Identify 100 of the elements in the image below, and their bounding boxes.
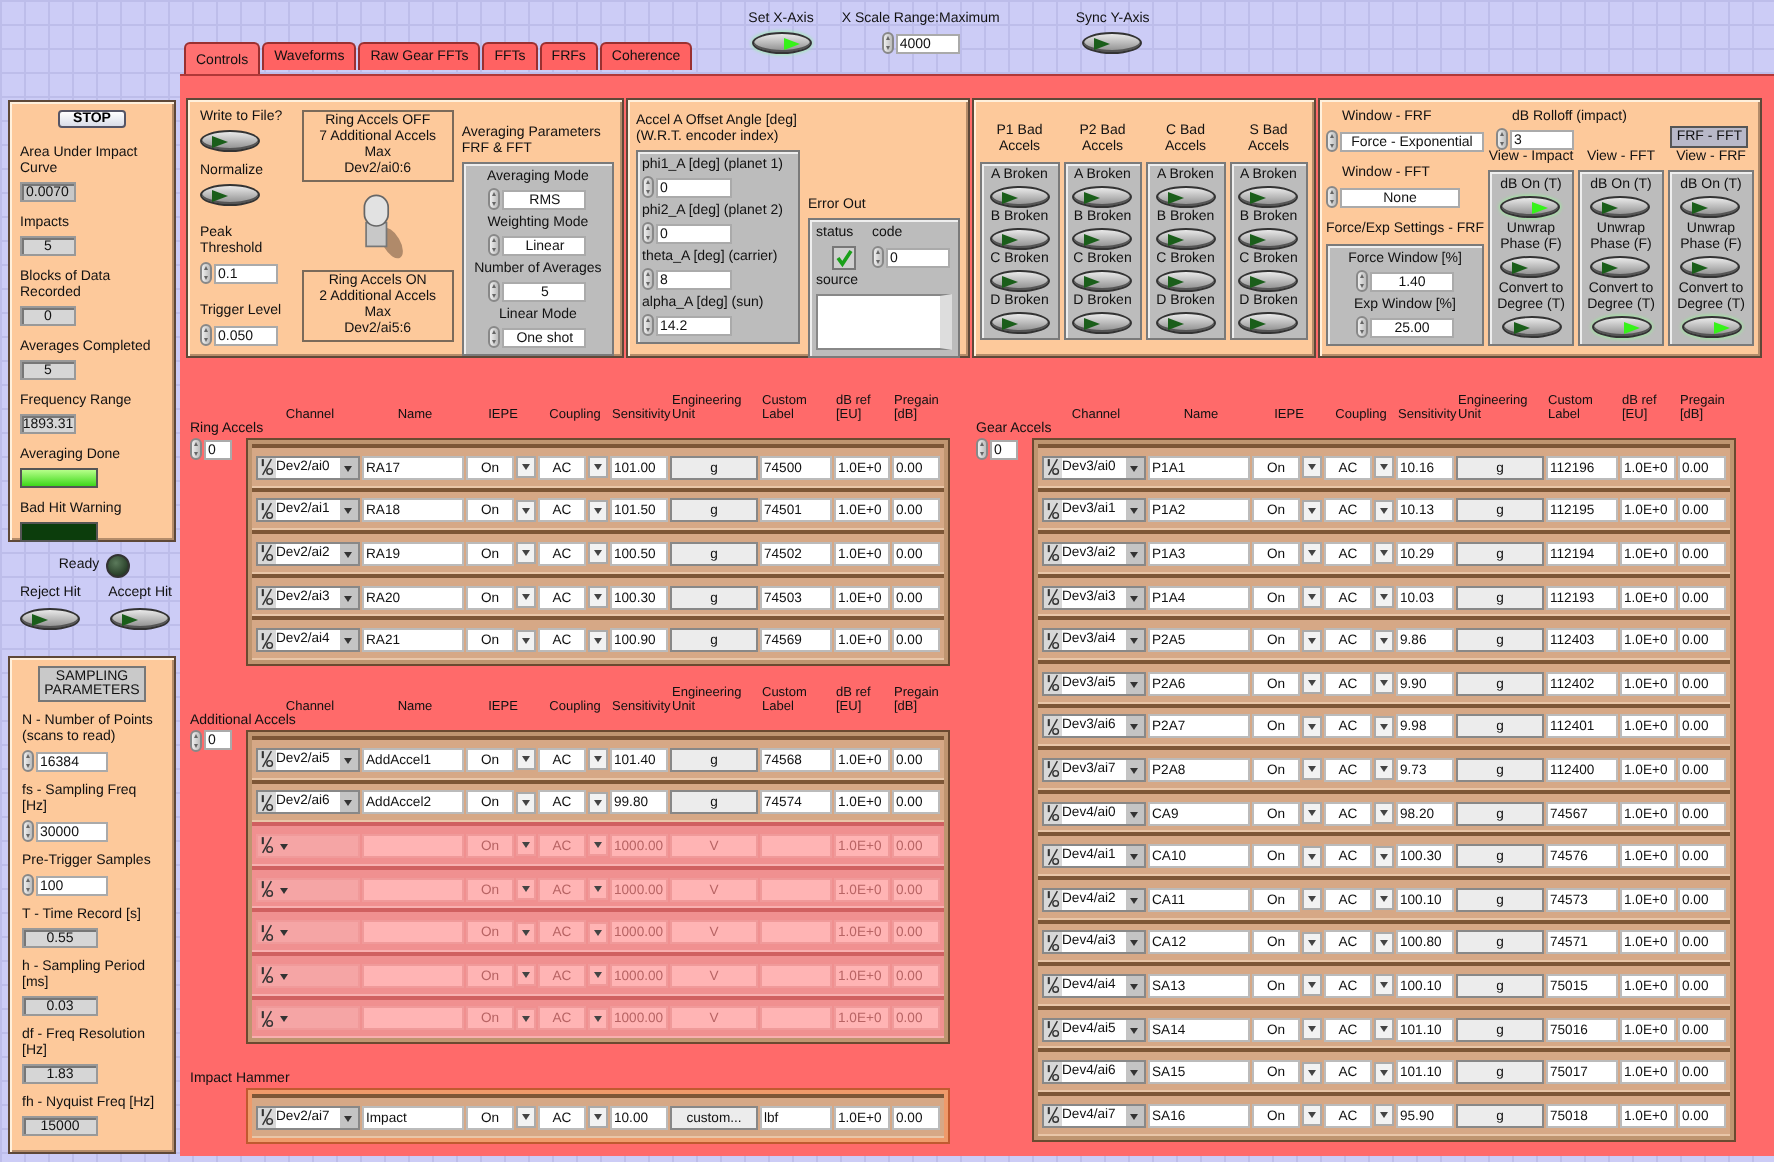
dropdown-button[interactable] <box>1374 1104 1394 1127</box>
dropdown-button[interactable] <box>1302 845 1322 868</box>
spin-buttons[interactable] <box>200 324 212 346</box>
dropdown-button[interactable] <box>1302 542 1322 565</box>
source-field[interactable] <box>816 294 952 350</box>
dropdown-button[interactable] <box>1374 672 1394 695</box>
toggle-button[interactable] <box>1501 316 1561 338</box>
dropdown-button[interactable] <box>1374 802 1394 825</box>
toggle-button[interactable] <box>1082 32 1143 54</box>
dropdown-button[interactable] <box>516 586 536 609</box>
dropdown-button[interactable] <box>1302 758 1322 781</box>
toggle-button[interactable] <box>989 186 1050 209</box>
dropdown-button[interactable] <box>1302 629 1322 652</box>
dropdown-button[interactable] <box>588 456 608 479</box>
dropdown-button[interactable] <box>1302 456 1322 479</box>
dropdown-button[interactable] <box>1302 802 1322 825</box>
spin-buttons[interactable] <box>488 280 501 302</box>
dropdown-button[interactable] <box>516 629 536 652</box>
dropdown-button[interactable] <box>588 629 608 652</box>
toggle-button[interactable] <box>1590 256 1651 278</box>
spin-buttons[interactable] <box>642 268 654 290</box>
spin-buttons[interactable] <box>976 438 988 460</box>
dropdown-button[interactable] <box>588 748 608 771</box>
toggle-button[interactable] <box>1155 186 1216 209</box>
spin-buttons[interactable] <box>642 314 654 336</box>
dropdown-button[interactable] <box>588 499 608 522</box>
dropdown-button[interactable] <box>1374 1018 1394 1041</box>
dropdown-button[interactable] <box>1302 974 1322 997</box>
dropdown-button[interactable] <box>516 542 536 565</box>
toggle-button[interactable] <box>989 269 1050 292</box>
spin-buttons[interactable] <box>200 262 212 284</box>
dropdown-button[interactable] <box>1374 931 1394 954</box>
dropdown-button[interactable] <box>588 791 608 814</box>
toggle-button[interactable] <box>1680 256 1741 278</box>
dropdown-button[interactable] <box>1302 672 1322 695</box>
toggle-button[interactable] <box>1590 196 1651 218</box>
spin-buttons[interactable] <box>881 32 894 54</box>
spin-buttons[interactable] <box>1326 130 1338 152</box>
dropdown-button[interactable] <box>1302 499 1322 522</box>
spin-buttons[interactable] <box>22 874 34 896</box>
spin-buttons[interactable] <box>190 438 202 460</box>
dropdown-button[interactable] <box>516 748 536 771</box>
dropdown-button[interactable] <box>1302 1018 1322 1041</box>
dropdown-button[interactable] <box>1374 586 1394 609</box>
spin-buttons[interactable] <box>488 188 501 210</box>
spin-buttons[interactable] <box>1356 270 1368 292</box>
toggle-button[interactable] <box>1238 228 1299 251</box>
dropdown-button[interactable] <box>516 456 536 479</box>
spin-buttons[interactable] <box>872 246 884 268</box>
spin-buttons[interactable] <box>642 222 654 244</box>
spin-buttons[interactable] <box>190 729 202 752</box>
spin-buttons[interactable] <box>22 750 34 772</box>
dropdown-button[interactable] <box>1302 1061 1322 1084</box>
dropdown-button[interactable] <box>588 542 608 565</box>
dropdown-button[interactable] <box>1374 758 1394 781</box>
toggle-button[interactable] <box>1072 269 1133 292</box>
toggle-button[interactable] <box>20 608 81 630</box>
toggle-button[interactable] <box>200 130 260 152</box>
spin-buttons[interactable] <box>1356 316 1368 338</box>
toggle-button[interactable] <box>1155 311 1216 334</box>
dropdown-button[interactable] <box>1374 974 1394 997</box>
dropdown-button[interactable] <box>1302 715 1322 738</box>
toggle-button[interactable] <box>1680 196 1741 218</box>
dropdown-button[interactable] <box>1374 888 1394 911</box>
toggle-button[interactable] <box>110 608 171 630</box>
spin-buttons[interactable] <box>642 176 654 198</box>
dropdown-button[interactable] <box>1302 931 1322 954</box>
toggle-button[interactable] <box>1072 228 1133 251</box>
toggle-button[interactable] <box>1072 186 1133 209</box>
dropdown-button[interactable] <box>1374 845 1394 868</box>
dropdown-button[interactable] <box>1302 586 1322 609</box>
dropdown-button[interactable] <box>516 791 536 814</box>
spin-buttons[interactable] <box>488 234 501 256</box>
dropdown-button[interactable] <box>1302 1104 1322 1127</box>
toggle-button[interactable] <box>1155 269 1216 292</box>
toggle-button[interactable] <box>1238 311 1299 334</box>
spin-buttons[interactable] <box>1326 186 1338 208</box>
toggle-button[interactable] <box>1500 256 1561 278</box>
toggle-button[interactable] <box>200 184 260 206</box>
dropdown-button[interactable] <box>1374 499 1394 522</box>
dropdown-button[interactable] <box>1374 715 1394 738</box>
toggle-button[interactable] <box>1591 316 1651 338</box>
spin-buttons[interactable] <box>1496 128 1508 150</box>
spin-buttons[interactable] <box>22 820 34 842</box>
toggle-button[interactable] <box>1072 311 1133 334</box>
dropdown-button[interactable] <box>1374 456 1394 479</box>
dropdown-button[interactable] <box>516 1106 536 1129</box>
toggle-button[interactable] <box>1500 196 1561 218</box>
toggle-button[interactable] <box>1238 186 1299 209</box>
dropdown-button[interactable] <box>588 1106 608 1129</box>
dropdown-button[interactable] <box>1302 888 1322 911</box>
toggle-button[interactable] <box>751 32 811 54</box>
toggle-button[interactable] <box>989 228 1050 251</box>
toggle-button[interactable] <box>1155 228 1216 251</box>
dropdown-button[interactable] <box>588 586 608 609</box>
dropdown-button[interactable] <box>1374 629 1394 652</box>
dropdown-button[interactable] <box>516 499 536 522</box>
toggle-button[interactable] <box>989 311 1050 334</box>
dropdown-button[interactable] <box>1374 1061 1394 1084</box>
toggle-button[interactable] <box>1681 316 1741 338</box>
